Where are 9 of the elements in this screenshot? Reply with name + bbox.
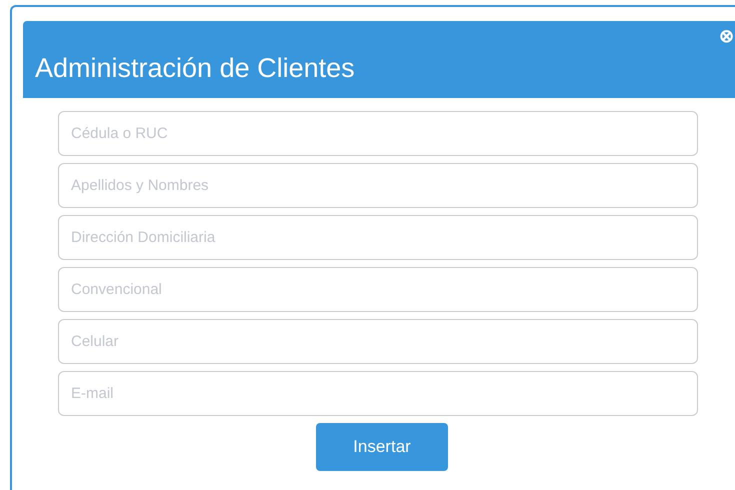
input-field[interactable]: Celular	[58, 319, 698, 364]
dialog-title: Administración de Clientes	[35, 55, 355, 82]
input-field[interactable]: Cédula o RUC	[58, 111, 698, 156]
input-field[interactable]: E-mail	[58, 371, 698, 416]
close-button[interactable]: ⊗	[719, 27, 734, 45]
input-field[interactable]: Apellidos y Nombres	[58, 163, 698, 208]
insert-button[interactable]: Insertar	[316, 423, 448, 471]
input-field[interactable]: Convencional	[58, 267, 698, 312]
input-field[interactable]: Dirección Domiciliaria	[58, 215, 698, 260]
